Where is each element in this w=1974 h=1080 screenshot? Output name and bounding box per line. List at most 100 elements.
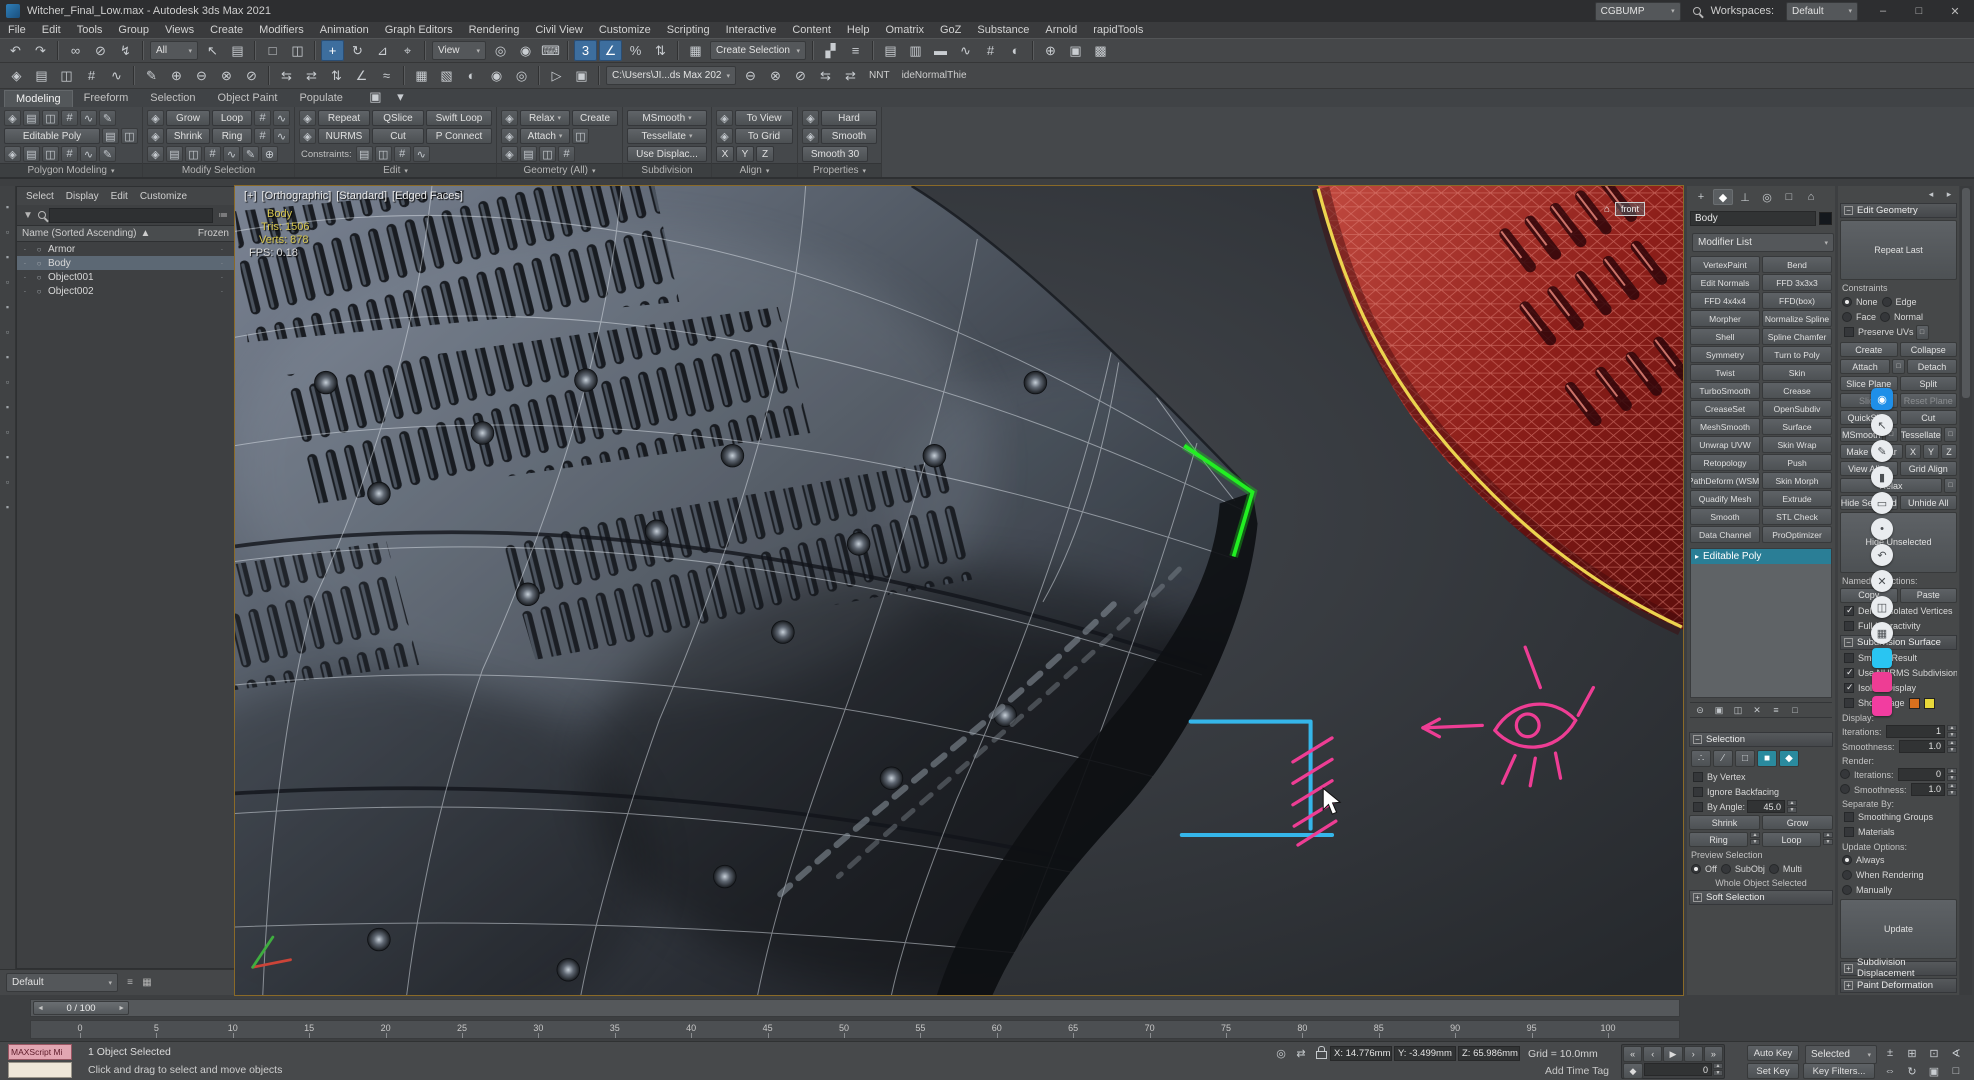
detach-icon[interactable]: ◫: [572, 128, 589, 144]
frame-spinner[interactable]: ▲▼: [1713, 1063, 1723, 1076]
ribbon-button-to-grid[interactable]: To Grid: [735, 128, 793, 144]
menu-views[interactable]: Views: [157, 22, 202, 38]
ribbon-button-y[interactable]: Y: [736, 146, 754, 162]
radio-manually[interactable]: Manually: [1840, 884, 1957, 897]
key-filters-button[interactable]: Key Filters...: [1803, 1063, 1875, 1079]
undo-icon[interactable]: ↶: [4, 40, 27, 61]
frozen-toggle-icon[interactable]: ·: [213, 287, 231, 296]
ribbon-button-z[interactable]: Z: [756, 146, 774, 162]
list-item[interactable]: ·○Object002·: [17, 284, 234, 298]
modifier-button-ffd-3x3x3[interactable]: FFD 3x3x3: [1762, 274, 1832, 291]
checkbox-icon[interactable]: [1844, 827, 1854, 837]
ribbon-button-msmooth[interactable]: MSmooth▾: [627, 110, 707, 126]
button-x[interactable]: X: [1905, 444, 1921, 459]
menu-group[interactable]: Group: [110, 22, 157, 38]
layout-tab-icon[interactable]: ▫: [2, 377, 13, 388]
board-tool-icon[interactable]: ▦: [1871, 622, 1893, 644]
ring-shrink-icon[interactable]: ∿: [273, 128, 290, 144]
modifier-button-morpher[interactable]: Morpher: [1690, 310, 1760, 327]
modifier-button-skin-morph[interactable]: Skin Morph: [1762, 472, 1832, 489]
spinner-icon[interactable]: ▲▼: [1947, 740, 1957, 753]
checkbox-icon[interactable]: [1844, 621, 1854, 631]
previous-frame-icon[interactable]: ◄: [37, 1005, 44, 1012]
radio-icon[interactable]: [1691, 864, 1701, 874]
play-button[interactable]: ▶: [1663, 1046, 1682, 1062]
button-repeat-last[interactable]: Repeat Last: [1840, 220, 1957, 280]
radio-icon[interactable]: [1840, 784, 1850, 794]
app-icon[interactable]: [6, 4, 20, 18]
custom-tool-icon[interactable]: ∿: [105, 65, 128, 86]
spinner-snap-icon[interactable]: ⇅: [649, 40, 672, 61]
modifier-button-spline-chamfer[interactable]: Spline Chamfer: [1762, 328, 1832, 345]
reference-coordinate-dropdown[interactable]: View▾: [432, 41, 486, 60]
ribbon-button-attach[interactable]: Attach▾: [520, 128, 570, 144]
viewport-standard-menu[interactable]: [Standard]: [336, 190, 387, 202]
layout-tab-icon[interactable]: ▪: [2, 402, 13, 413]
ribbon-button-editable-poly[interactable]: Editable Poly: [4, 128, 100, 144]
eraser-tool-icon[interactable]: ▭: [1871, 492, 1893, 514]
preserve-uvs-icon[interactable]: ◈: [299, 110, 316, 126]
layout-tab-icon[interactable]: ▪: [2, 452, 13, 463]
expand-collapse-icon[interactable]: −: [1844, 206, 1853, 215]
select-and-manipulate-icon[interactable]: ◉: [514, 40, 537, 61]
ribbon-group-label[interactable]: Properties▾: [798, 163, 881, 177]
radio-none[interactable]: None: [1840, 295, 1878, 308]
viewcube[interactable]: ⌂ front: [1604, 202, 1645, 216]
modifier-button-stl-check[interactable]: STL Check: [1762, 508, 1832, 525]
snaps-toggle-icon[interactable]: 3: [574, 40, 597, 61]
schematic-view-icon[interactable]: #: [979, 40, 1002, 61]
checkbox-full-interactivity[interactable]: Full Interactivity: [1840, 620, 1957, 633]
modifier-button-extrude[interactable]: Extrude: [1762, 490, 1832, 507]
custom-tool-icon[interactable]: ⊖: [739, 65, 762, 86]
ribbon-group-label[interactable]: Align▾: [712, 163, 797, 177]
utilities-tab-icon[interactable]: ⌂: [1801, 189, 1821, 205]
ribbon-button-relax[interactable]: Relax▾: [520, 110, 570, 126]
ring-grow-icon[interactable]: #: [254, 128, 271, 144]
checkbox-delete-isolated-vertices[interactable]: Delete Isolated Vertices: [1840, 605, 1957, 618]
edit-named-selection-sets-icon[interactable]: ▦: [684, 40, 707, 61]
layout-tab-icon[interactable]: ▪: [2, 252, 13, 263]
radio-icon[interactable]: [1842, 870, 1852, 880]
checkbox-preserve-uvs[interactable]: Preserve UVs: [1840, 325, 1914, 338]
object-name-field[interactable]: Body: [1690, 211, 1816, 226]
offset-mode-icon[interactable]: ⇄: [1292, 1045, 1310, 1061]
modifier-button-pathdeform-wsm-[interactable]: PathDeform (WSM): [1690, 472, 1760, 489]
create-tab-icon[interactable]: +: [1691, 189, 1711, 205]
menu-create[interactable]: Create: [202, 22, 251, 38]
spinner-icon[interactable]: ▲▼: [1947, 768, 1957, 781]
workspaces-dropdown[interactable]: Default▾: [1786, 2, 1858, 21]
view-align-icon[interactable]: ◈: [716, 128, 733, 144]
previous-modifier-icon[interactable]: ◈: [4, 146, 21, 162]
maxscript-listener-line[interactable]: [8, 1062, 72, 1078]
settings-icon[interactable]: □: [1892, 359, 1905, 374]
menu-graph-editors[interactable]: Graph Editors: [377, 22, 461, 38]
layout-tab-icon[interactable]: ▫: [2, 227, 13, 238]
pin-stack-icon[interactable]: ⊝: [1692, 704, 1708, 717]
select-object-icon[interactable]: ↖: [201, 40, 224, 61]
key-filter-selected-dropdown[interactable]: Selected▾: [1805, 1045, 1877, 1064]
modifier-button-smooth[interactable]: Smooth: [1690, 508, 1760, 525]
add-time-tag[interactable]: Add Time Tag: [1545, 1065, 1609, 1077]
next-key-icon[interactable]: ›: [1684, 1046, 1703, 1062]
radio-icon[interactable]: [1842, 297, 1852, 307]
expand-collapse-icon[interactable]: +: [1693, 893, 1702, 902]
ribbon-button-qslice[interactable]: QSlice: [372, 110, 424, 126]
fill-hole-icon[interactable]: #: [204, 146, 221, 162]
button-update[interactable]: Update: [1840, 899, 1957, 959]
viewport-general-menu[interactable]: [+]: [244, 190, 257, 202]
use-pivot-point-icon[interactable]: ◎: [489, 40, 512, 61]
toggle-ribbon-icon[interactable]: ▬: [929, 40, 952, 61]
ribbon-button-swift-loop[interactable]: Swift Loop: [426, 110, 492, 126]
explorer-menu-edit[interactable]: Edit: [106, 191, 133, 202]
layout-tab-icon[interactable]: ▪: [2, 352, 13, 363]
search-input[interactable]: [49, 208, 213, 223]
motion-tab-icon[interactable]: ◎: [1757, 189, 1777, 205]
viewport[interactable]: [+] [Orthographic] [Standard] [Edged Fac…: [235, 186, 1683, 995]
ribbon-group-label[interactable]: Geometry (All)▾: [497, 163, 622, 177]
button-collapse[interactable]: Collapse: [1900, 342, 1958, 357]
edge-sub-icon[interactable]: ▤: [23, 110, 40, 126]
unlink-selection-icon[interactable]: ⊘: [89, 40, 112, 61]
button-reset-plane[interactable]: Reset Plane: [1900, 393, 1958, 408]
select-and-rotate-icon[interactable]: ↻: [346, 40, 369, 61]
viewport-pov-menu[interactable]: [Orthographic]: [262, 190, 332, 202]
